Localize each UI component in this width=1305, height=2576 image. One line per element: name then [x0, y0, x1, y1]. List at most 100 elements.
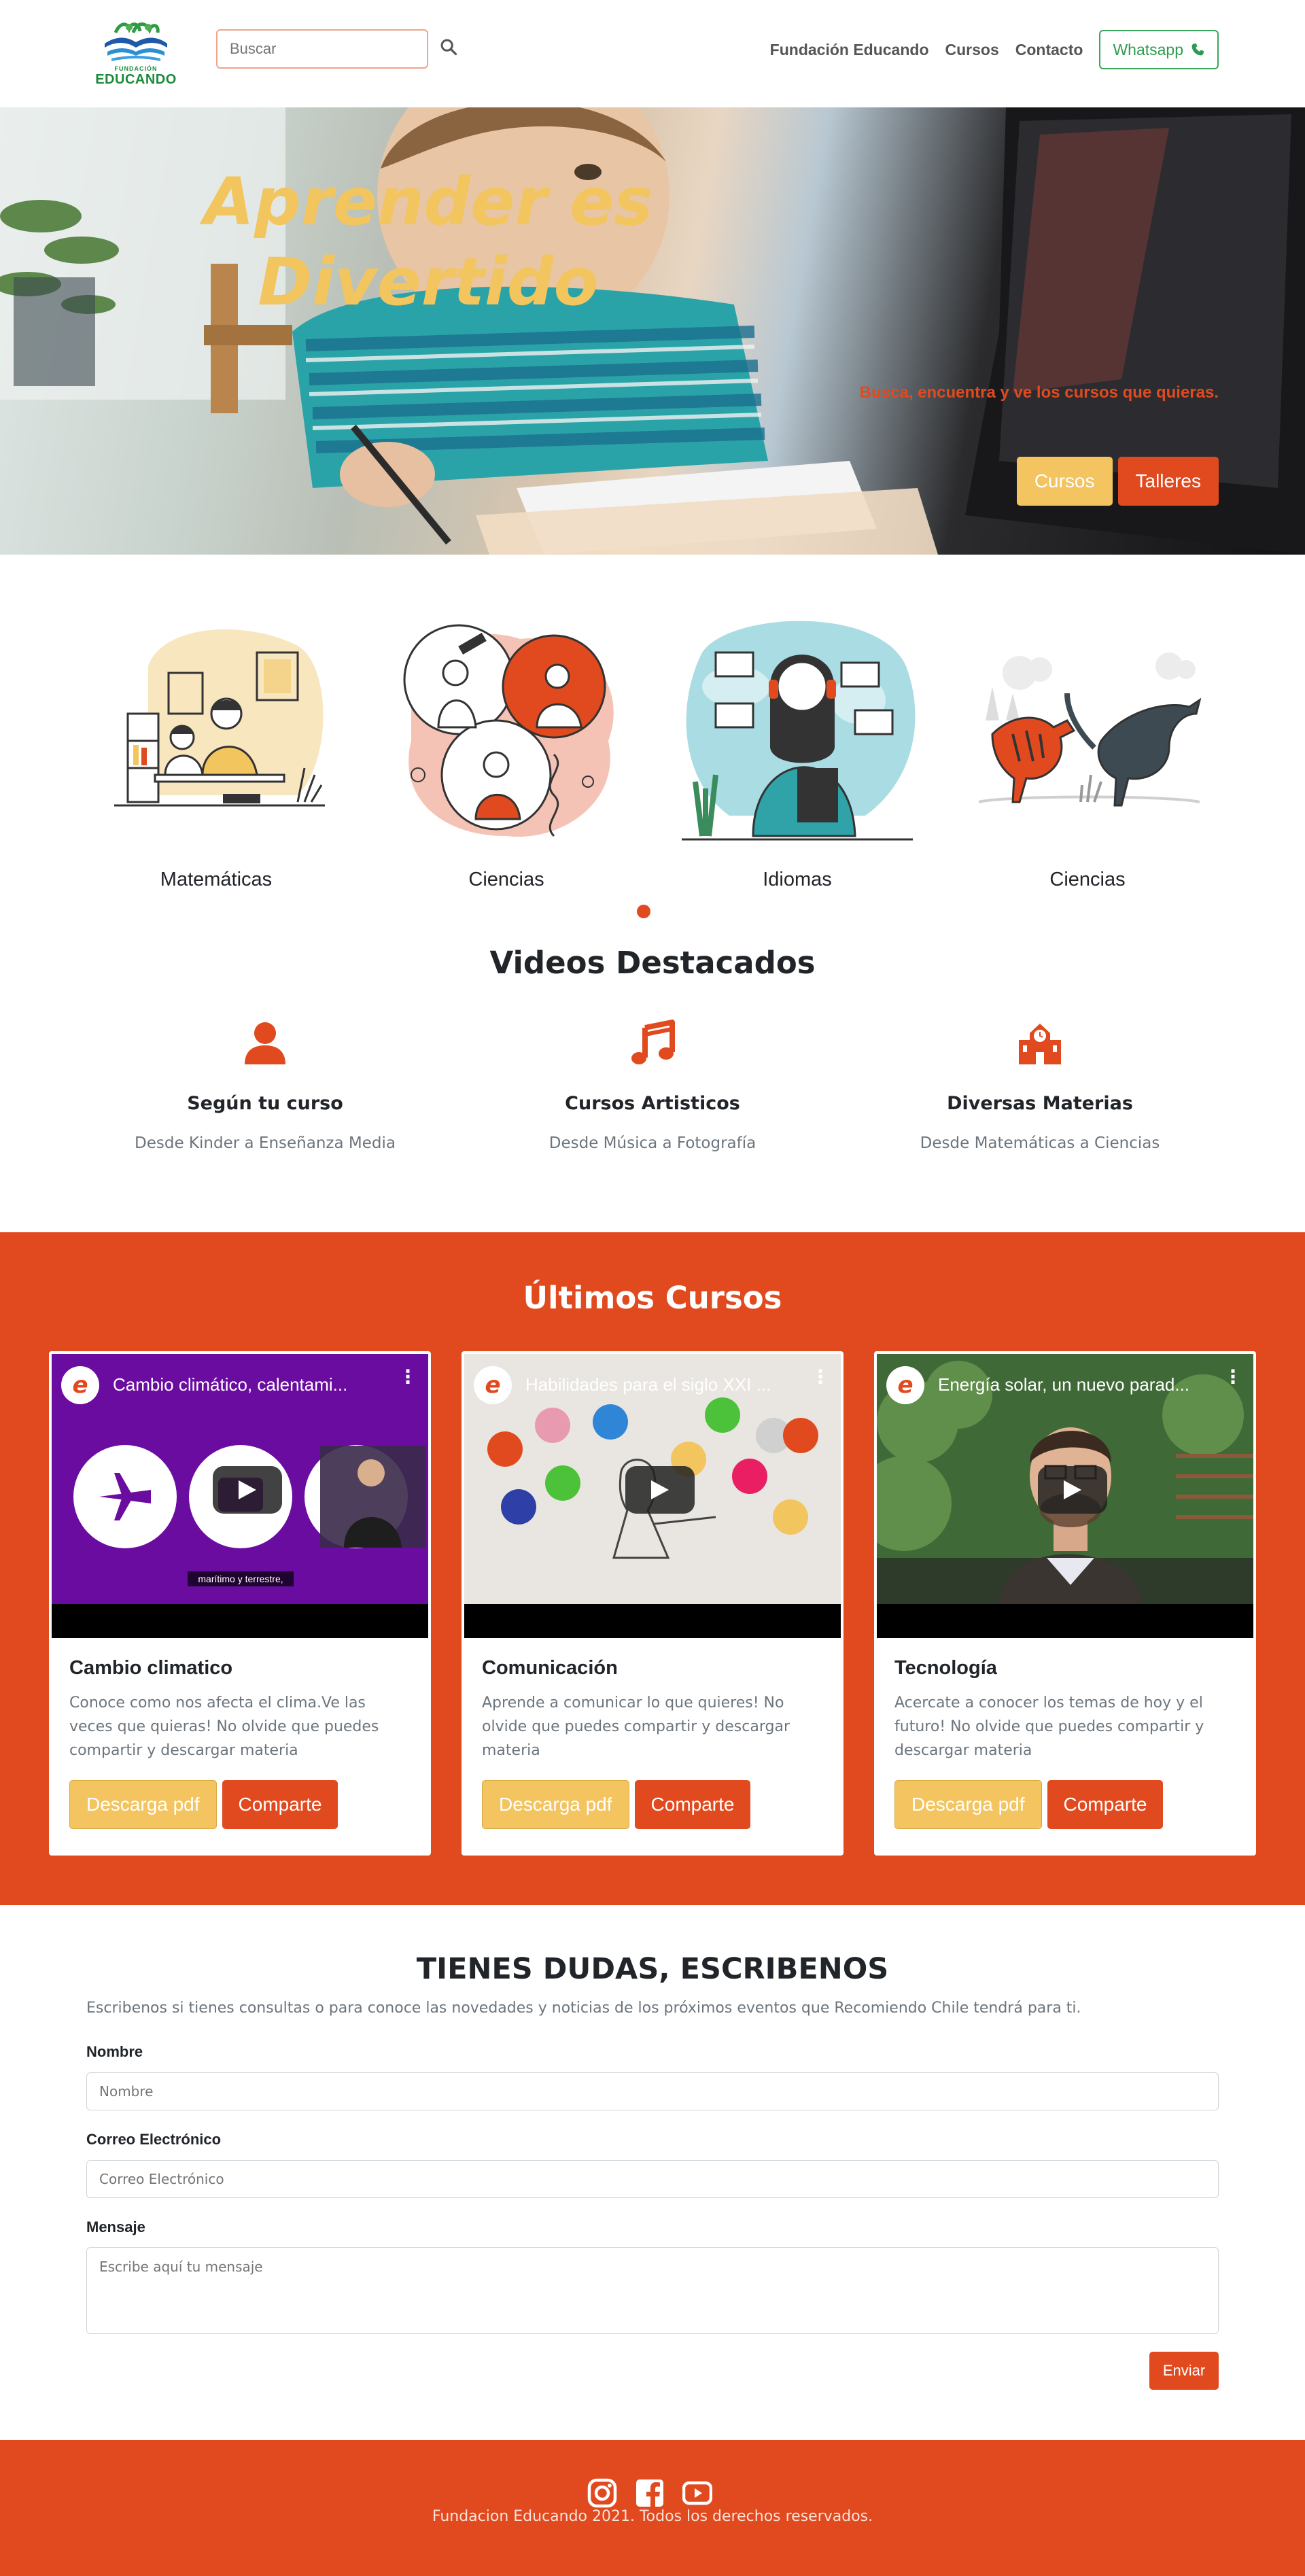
feature-diversas-materias: Diversas Materias Desde Matemáticas a Ci…: [870, 1020, 1210, 1152]
video-title[interactable]: Cambio climático, calentami...: [113, 1374, 371, 1395]
name-label: Nombre: [86, 2043, 143, 2060]
contact-title: TIENES DUDAS, ESCRIBENOS: [416, 1952, 889, 1986]
facebook-icon[interactable]: [635, 2478, 665, 2508]
logo[interactable]: FUNDACIÓN EDUCANDO: [95, 12, 177, 90]
navbar: FUNDACIÓN EDUCANDO Fundación Educando Cu…: [0, 0, 1305, 107]
channel-avatar[interactable]: e: [886, 1366, 924, 1404]
latest-courses-section: Últimos Cursos marítimo y terrestre, e C…: [0, 1232, 1305, 1905]
hero-subtitle: Busca, encuentra y ve los cursos que qui…: [859, 383, 1219, 402]
featured-videos-title: Videos Destacados: [489, 945, 816, 981]
play-button[interactable]: [213, 1466, 282, 1514]
category-card-idiomas[interactable]: Idiomas: [675, 612, 920, 891]
feature-cursos-artisticos: Cursos Artisticos Desde Música a Fotogra…: [483, 1020, 822, 1152]
feature-segun-curso: Según tu curso Desde Kinder a Enseñanza …: [95, 1020, 435, 1152]
video-title[interactable]: Energía solar, un nuevo parad...: [938, 1374, 1196, 1395]
course-card-comunicacion: e Habilidades para el siglo XXI ... ⋮ Co…: [462, 1351, 843, 1856]
course-card-cambio-climatico: marítimo y terrestre, e Cambio climático…: [49, 1351, 431, 1856]
hero-banner: Aprender es Divertido Busca, encuentra y…: [0, 107, 1305, 555]
categories-carousel: Matemáticas Ciencias Idiomas Ciencias: [0, 612, 1305, 897]
math-illustration: [114, 629, 325, 807]
video-player[interactable]: e Energía solar, un nuevo parad... ⋮: [877, 1354, 1253, 1638]
logo-subtitle: FUNDACIÓN: [114, 65, 158, 72]
hero-buttons: Cursos Talleres: [1016, 457, 1219, 506]
course-description: Acercate a conocer los temas de hoy y el…: [894, 1694, 1204, 1759]
hero-title: Aprender es Divertido: [203, 164, 653, 320]
social-links: [587, 2478, 712, 2508]
feature-title: Según tu curso: [187, 1093, 343, 1114]
course-description: Conoce como nos afecta el clima.Ve las v…: [69, 1694, 379, 1759]
course-actions: Descarga pdf Comparte: [482, 1780, 751, 1829]
instagram-icon[interactable]: [587, 2478, 617, 2508]
course-description: Aprende a comunicar lo que quieres! No o…: [482, 1694, 790, 1759]
whatsapp-button[interactable]: Whatsapp: [1099, 30, 1219, 69]
download-pdf-button[interactable]: Descarga pdf: [69, 1780, 217, 1829]
share-button[interactable]: Comparte: [1047, 1780, 1164, 1829]
hero-cursos-button[interactable]: Cursos: [1016, 457, 1113, 506]
category-label: Idiomas: [763, 869, 832, 890]
feature-description: Desde Matemáticas a Ciencias: [920, 1134, 1160, 1152]
play-icon: [239, 1480, 256, 1499]
user-icon: [245, 1022, 285, 1064]
play-button[interactable]: [625, 1466, 695, 1514]
category-label: Matemáticas: [160, 869, 273, 890]
phone-icon: [1191, 43, 1204, 56]
school-icon: [1019, 1024, 1061, 1064]
nav-link-fundacion[interactable]: Fundación Educando: [770, 41, 929, 59]
course-title: Comunicación: [482, 1657, 618, 1679]
video-title[interactable]: Habilidades para el siglo XXI ...: [525, 1374, 784, 1395]
carousel-indicator-dot[interactable]: [637, 905, 650, 918]
course-actions: Descarga pdf Comparte: [894, 1780, 1164, 1829]
video-more-icon[interactable]: ⋮: [811, 1368, 830, 1387]
message-label: Mensaje: [86, 2218, 145, 2235]
languages-illustration: [682, 621, 916, 841]
dinosaurs-illustration: [978, 652, 1202, 807]
search-input[interactable]: [216, 29, 428, 69]
share-button[interactable]: Comparte: [222, 1780, 338, 1829]
logo-emblem-icon: [105, 22, 167, 61]
download-pdf-button[interactable]: Descarga pdf: [482, 1780, 629, 1829]
play-icon: [1064, 1480, 1081, 1499]
video-more-icon[interactable]: ⋮: [1223, 1368, 1242, 1387]
science-illustration: [403, 624, 614, 837]
category-label: Ciencias: [468, 869, 544, 890]
name-field[interactable]: [86, 2072, 1219, 2110]
send-button[interactable]: Enviar: [1149, 2352, 1219, 2390]
download-pdf-button[interactable]: Descarga pdf: [894, 1780, 1042, 1829]
video-player[interactable]: e Habilidades para el siglo XXI ... ⋮: [464, 1354, 841, 1638]
channel-avatar[interactable]: e: [474, 1366, 512, 1404]
category-label: Ciencias: [1049, 869, 1126, 890]
email-label: Correo Electrónico: [86, 2131, 222, 2148]
nav-link-cursos[interactable]: Cursos: [945, 41, 999, 59]
email-field[interactable]: [86, 2160, 1219, 2198]
course-title: Tecnología: [894, 1657, 997, 1679]
play-button[interactable]: [1038, 1466, 1107, 1514]
play-icon: [651, 1480, 669, 1499]
share-button[interactable]: Comparte: [634, 1780, 751, 1829]
course-card-tecnologia: e Energía solar, un nuevo parad... ⋮ Tec…: [874, 1351, 1256, 1856]
hero-talleres-button[interactable]: Talleres: [1117, 457, 1219, 506]
latest-courses-title: Últimos Cursos: [523, 1280, 782, 1316]
message-field[interactable]: [86, 2247, 1219, 2334]
video-more-icon[interactable]: ⋮: [398, 1368, 417, 1387]
search-icon[interactable]: [439, 37, 458, 56]
video-player[interactable]: marítimo y terrestre, e Cambio climático…: [52, 1354, 428, 1638]
feature-description: Desde Kinder a Enseñanza Media: [135, 1134, 396, 1152]
contact-description: Escribenos si tienes consultas o para co…: [86, 2000, 1081, 2017]
feature-title: Diversas Materias: [947, 1093, 1133, 1114]
category-card-ciencias-dinosaurs[interactable]: Ciencias: [965, 612, 1210, 891]
youtube-icon[interactable]: [682, 2478, 712, 2508]
category-card-matematicas[interactable]: Matemáticas: [94, 612, 338, 891]
copyright-text: Fundacion Educando 2021. Todos los derec…: [432, 2508, 873, 2525]
category-card-ciencias[interactable]: Ciencias: [384, 612, 629, 891]
course-title: Cambio climatico: [69, 1657, 233, 1679]
course-actions: Descarga pdf Comparte: [69, 1780, 338, 1829]
nav-link-contacto[interactable]: Contacto: [1015, 41, 1083, 59]
feature-title: Cursos Artisticos: [565, 1093, 740, 1114]
channel-avatar[interactable]: e: [61, 1366, 99, 1404]
feature-description: Desde Música a Fotografía: [549, 1134, 756, 1152]
video-caption: marítimo y terrestre,: [198, 1573, 283, 1584]
music-icon: [631, 1020, 675, 1064]
logo-title: EDUCANDO: [95, 72, 177, 87]
main-nav: Fundación Educando Cursos Contacto Whats…: [770, 29, 1219, 71]
whatsapp-label: Whatsapp: [1113, 40, 1183, 58]
